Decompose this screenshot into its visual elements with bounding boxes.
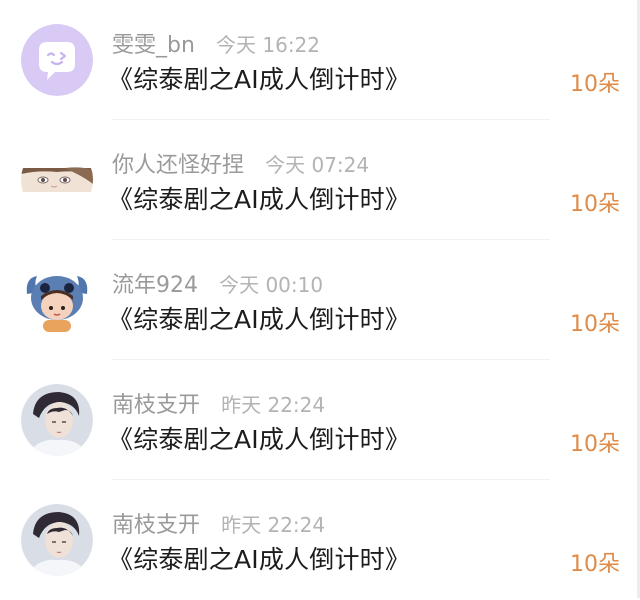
portrait-avatar-icon[interactable] <box>21 504 93 576</box>
flower-count: 10朵 <box>570 312 620 337</box>
timestamp: 今天 07:24 <box>265 153 370 177</box>
gift-record-row[interactable]: 流年924 今天 00:10 《综泰剧之AI成人倒计时》 10朵 <box>0 240 640 360</box>
timestamp: 今天 00:10 <box>219 273 324 297</box>
timestamp: 昨天 22:24 <box>221 393 326 417</box>
chat-bubble-avatar-icon[interactable] <box>21 24 93 96</box>
book-title[interactable]: 《综泰剧之AI成人倒计时》 <box>108 60 410 96</box>
user-name[interactable]: 流年924 <box>112 267 198 299</box>
book-title[interactable]: 《综泰剧之AI成人倒计时》 <box>108 300 410 336</box>
user-name[interactable]: 你人还怪好捏 <box>112 147 244 179</box>
user-name[interactable]: 雯雯_bn <box>112 27 195 59</box>
gift-record-row[interactable]: 南枝支开 昨天 22:24 《综泰剧之AI成人倒计时》 10朵 <box>0 360 640 480</box>
timestamp: 昨天 22:24 <box>221 513 326 537</box>
gift-record-row[interactable]: 你人还怪好捏 今天 07:24 《综泰剧之AI成人倒计时》 10朵 <box>0 120 640 240</box>
gift-record-list: 雯雯_bn 今天 16:22 《综泰剧之AI成人倒计时》 10朵 你人还怪好捏 … <box>0 0 640 600</box>
flower-count: 10朵 <box>570 552 620 577</box>
flower-count: 10朵 <box>570 432 620 457</box>
gift-record-row[interactable]: 南枝支开 昨天 22:24 《综泰剧之AI成人倒计时》 10朵 <box>0 480 640 600</box>
user-name[interactable]: 南枝支开 <box>112 387 200 419</box>
anime-boy-avatar-icon[interactable] <box>21 144 93 216</box>
portrait-avatar-icon[interactable] <box>21 384 93 456</box>
user-name[interactable]: 南枝支开 <box>112 507 200 539</box>
flower-count: 10朵 <box>570 72 620 97</box>
timestamp: 今天 16:22 <box>216 33 321 57</box>
stitch-hood-avatar-icon[interactable] <box>21 264 93 336</box>
book-title[interactable]: 《综泰剧之AI成人倒计时》 <box>108 180 410 216</box>
book-title[interactable]: 《综泰剧之AI成人倒计时》 <box>108 540 410 576</box>
book-title[interactable]: 《综泰剧之AI成人倒计时》 <box>108 420 410 456</box>
flower-count: 10朵 <box>570 192 620 217</box>
gift-record-row[interactable]: 雯雯_bn 今天 16:22 《综泰剧之AI成人倒计时》 10朵 <box>0 0 640 120</box>
